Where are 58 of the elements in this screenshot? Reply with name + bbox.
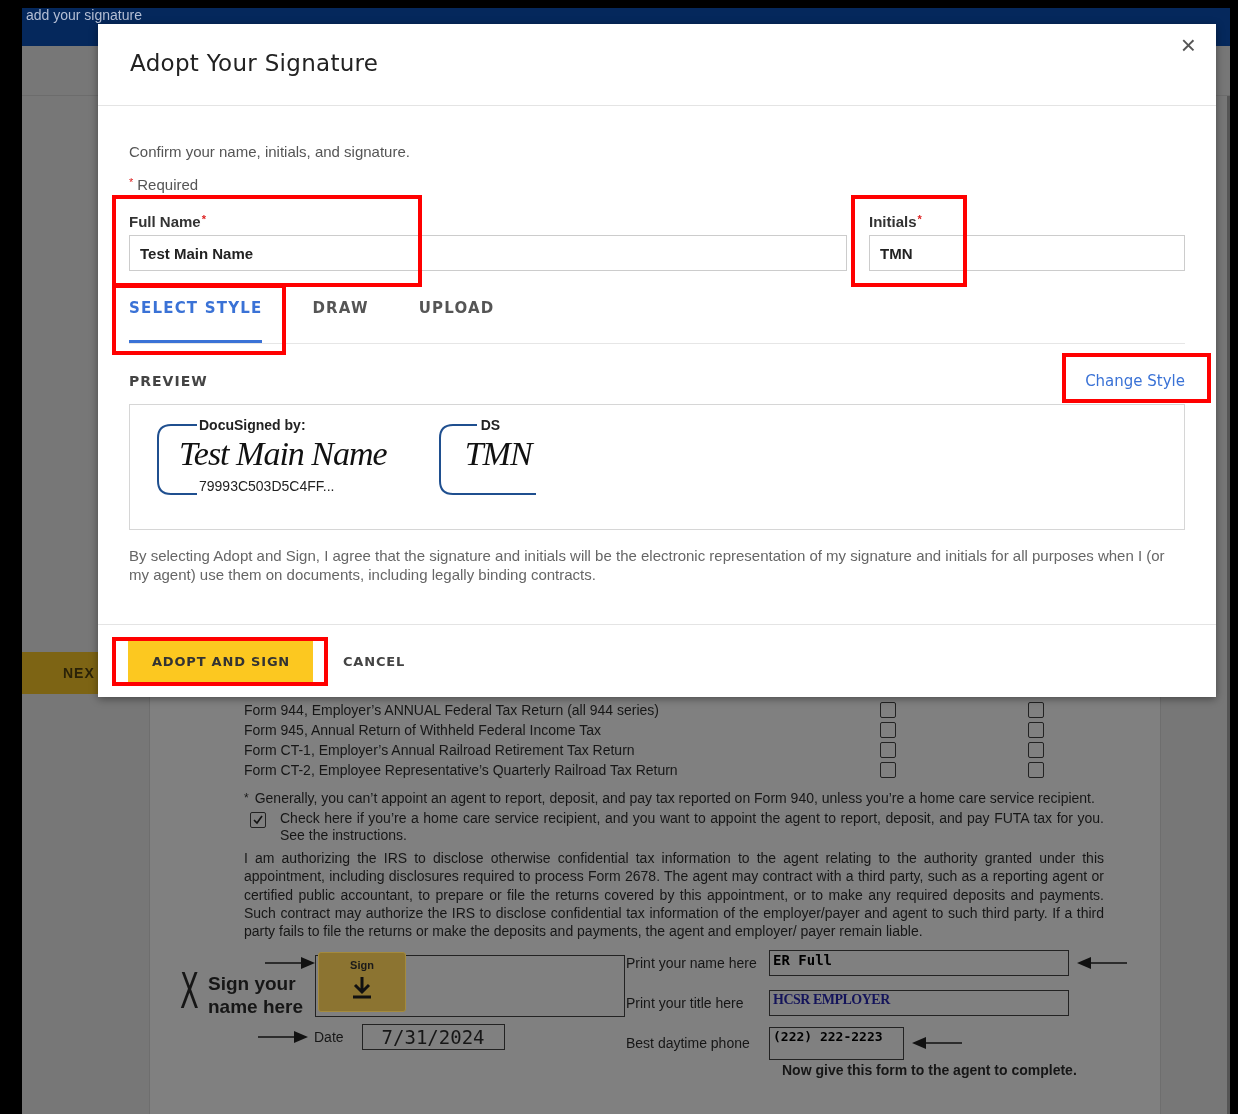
checkbox[interactable]	[880, 762, 896, 778]
required-note: Required	[137, 176, 199, 193]
close-button[interactable]: ×	[1176, 32, 1200, 58]
required-mark: *	[129, 176, 134, 190]
footnote-mark: *	[244, 790, 249, 807]
date-field[interactable]: 7/31/2024	[361, 1024, 505, 1051]
field-label: Print your title here	[626, 995, 745, 1012]
checkbox[interactable]	[1028, 762, 1044, 778]
download-icon	[350, 975, 374, 1000]
tab[interactable]: UPLOAD	[418, 291, 495, 343]
instruction-text: Now give this form to the agent to complete.	[782, 1062, 1078, 1079]
initials-text: TMN	[464, 434, 532, 474]
field-label: Full Name	[129, 213, 201, 232]
header-text: add your signature	[26, 8, 142, 23]
field-label: Print your name here	[626, 955, 758, 972]
sign-prompt: Sign your name here	[208, 972, 305, 1019]
checkbox[interactable]	[250, 812, 266, 828]
field-label: Best daytime phone	[626, 1035, 751, 1052]
input-field[interactable]: HCSR EMPLOYER	[769, 990, 1069, 1017]
check-icon	[253, 815, 263, 825]
checkbox[interactable]	[880, 722, 896, 738]
input-field[interactable]: ER Full	[769, 950, 1069, 977]
form-row-label: Form 945, Annual Return of Withheld Federal Income Tax	[244, 722, 602, 738]
change-style-link[interactable]: Change Style	[1085, 372, 1185, 390]
stamp-caption: DocuSigned by:	[198, 417, 307, 433]
form-row-label: Form 944, Employer’s ANNUAL Federal Tax Return (all 944 series)	[244, 702, 660, 718]
instruction-text: Confirm your name, initials, and signature.	[129, 143, 411, 160]
date-label: Date	[314, 1029, 344, 1046]
footnote-text: Generally, you can’t appoint an agent to report, deposit, and pay tax reported on Form 940, unless you’re a home care service recipient.	[254, 790, 1095, 807]
input-field[interactable]: Test Main Name	[129, 235, 847, 271]
adopt-button[interactable]: ADOPT AND SIGN	[128, 640, 313, 682]
signature-hash: 79993C503D5C4FF...	[198, 477, 336, 495]
arrow-icon	[265, 956, 315, 971]
checkbox[interactable]	[1028, 742, 1044, 758]
checkbox[interactable]	[1028, 722, 1044, 738]
checkbox[interactable]	[880, 742, 896, 758]
required-mark: *	[917, 213, 922, 225]
form-row-label: Form CT-2, Employee Representative’s Quarterly Railroad Tax Return	[244, 762, 679, 778]
checkbox[interactable]	[1028, 702, 1044, 718]
section-heading: PREVIEW	[129, 373, 208, 389]
form-row-label: Form CT-1, Employer’s Annual Railroad Retirement Tax Return	[244, 742, 636, 758]
agreement-text: By selecting Adopt and Sign, I agree that the signature and initials will be the electronic representation of my signature and initials for all purposes when I (or my agent) use them on documents, including legally binding contracts.	[129, 546, 1166, 584]
input-field[interactable]: TMN	[869, 235, 1185, 271]
sign-button[interactable]: Sign	[318, 952, 406, 1013]
cancel-button[interactable]: CANCEL	[335, 640, 413, 682]
tab[interactable]: SELECT STYLE	[129, 291, 263, 343]
checkbox-label: Check here if you’re a home care service recipient, and you want to appoint the agent to report, deposit, and pay FUTA tax for you. See the instructions.	[280, 810, 1104, 844]
required-mark: *	[201, 213, 206, 227]
field-label: Initials	[869, 213, 917, 232]
authorization-paragraph: I am authorizing the IRS to disclose otherwise confidential tax information to the agent relating to the authority granted under this appointment, including disclosures required to process Form 2678. The agent may contract with a third party, such as a reporting agent or certified public accountant, to prepare or file the returns covered by this appointment, or to make any required deposits and payments. Such contract may authorize the IRS to disclose confidential tax information of the employer/payer and agent to such third party. If a third party fails to file the returns or make the deposits and payments, the agent and employer/ payer remain liable.	[244, 849, 1104, 941]
stamp-caption: DS	[479, 417, 502, 433]
tab[interactable]: DRAW	[312, 291, 369, 343]
input-field[interactable]: (222) 222-2223	[769, 1027, 904, 1060]
arrow-icon	[258, 1030, 308, 1045]
signature-text: Test Main Name	[179, 434, 387, 474]
x-mark: X	[180, 966, 196, 1017]
checkbox[interactable]	[880, 702, 896, 718]
dialog-title: Adopt Your Signature	[130, 50, 379, 76]
